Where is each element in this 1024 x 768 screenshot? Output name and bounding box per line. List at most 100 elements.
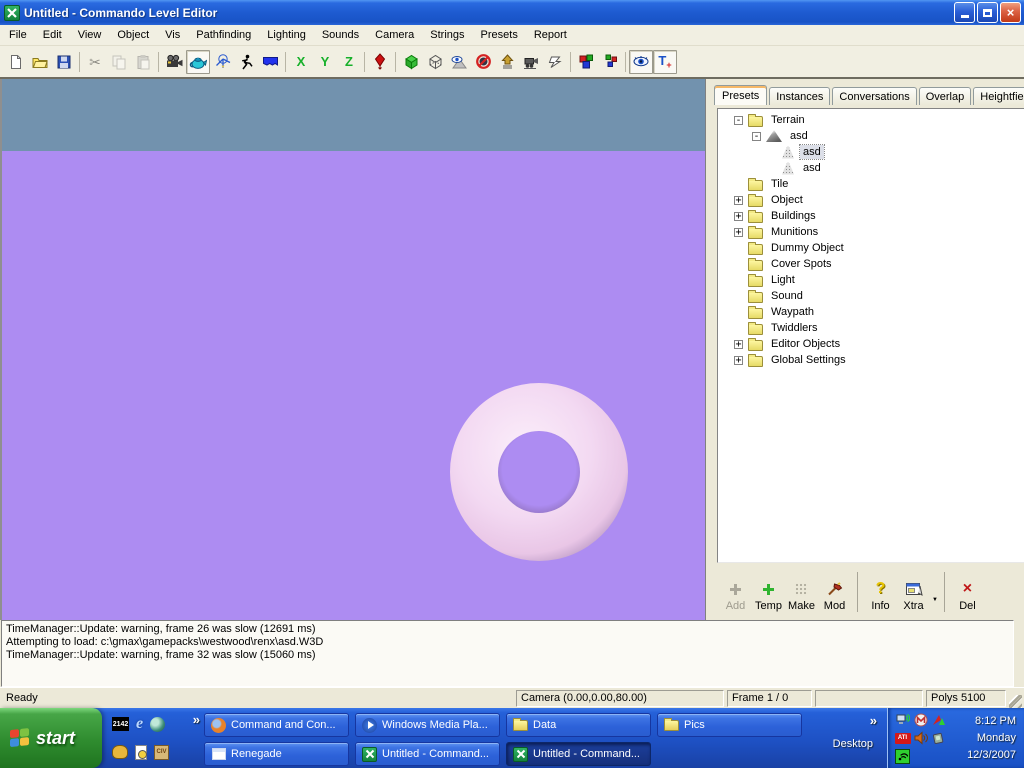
make-button[interactable]: Make (785, 570, 818, 614)
maximize-button[interactable] (977, 2, 998, 23)
task-renegade[interactable]: Renegade (204, 742, 349, 766)
menu-pathfinding[interactable]: Pathfinding (188, 27, 259, 43)
preset-tree[interactable]: - Terrain - asd asd asd (717, 108, 1024, 563)
menu-strings[interactable]: Strings (422, 27, 472, 43)
vis-sectors-button[interactable] (447, 50, 471, 74)
task-windows-media-player[interactable]: Windows Media Pla... (355, 713, 500, 737)
collapse-icon[interactable]: - (734, 116, 743, 125)
menu-view[interactable]: View (70, 27, 110, 43)
expand-icon[interactable]: + (734, 228, 743, 237)
axis-x-button[interactable]: X (289, 50, 313, 74)
internet-explorer-icon[interactable]: e (136, 715, 143, 733)
chevron-icon[interactable]: » (870, 713, 877, 728)
tree-item-editor-objects[interactable]: + Editor Objects (720, 336, 1024, 352)
cat-icon[interactable] (112, 745, 128, 759)
teapot-display-button[interactable] (186, 50, 210, 74)
menu-presets[interactable]: Presets (473, 27, 526, 43)
temp-button[interactable]: Temp (752, 570, 785, 614)
tree-item-asd-instance[interactable]: asd (720, 144, 1024, 160)
task-data-folder[interactable]: Data (506, 713, 651, 737)
close-button[interactable]: × (1000, 2, 1021, 23)
menu-camera[interactable]: Camera (367, 27, 422, 43)
wireless-icon[interactable] (895, 749, 910, 764)
start-button[interactable]: start (0, 708, 102, 768)
desktop-label[interactable]: Desktop (833, 738, 873, 750)
save-button[interactable] (52, 50, 76, 74)
messenger-icon[interactable] (914, 713, 928, 727)
tree-item-dummy-object[interactable]: Dummy Object (720, 240, 1024, 256)
xtra-dropdown-arrow[interactable]: ▼ (932, 597, 938, 603)
vis-window-button[interactable] (543, 50, 567, 74)
ati-pointer-icon[interactable] (932, 713, 946, 727)
tree-item-asd[interactable]: - asd (720, 128, 1024, 144)
delete-button[interactable]: × Del (951, 570, 984, 614)
tab-heightfield[interactable]: Heightfield (973, 87, 1024, 105)
new-file-button[interactable] (4, 50, 28, 74)
open-file-button[interactable] (28, 50, 52, 74)
menu-edit[interactable]: Edit (35, 27, 70, 43)
tree-item-sound[interactable]: Sound (720, 288, 1024, 304)
group-objects-button[interactable] (574, 50, 598, 74)
tree-item-terrain[interactable]: - Terrain (720, 112, 1024, 128)
log-output[interactable]: TimeManager::Update: warning, frame 26 w… (1, 620, 1014, 687)
menu-sounds[interactable]: Sounds (314, 27, 367, 43)
viewport-3d[interactable] (0, 79, 706, 620)
tree-item-global-settings[interactable]: + Global Settings (720, 352, 1024, 368)
wireframe-mode-button[interactable] (423, 50, 447, 74)
expand-icon[interactable]: + (734, 212, 743, 221)
tree-item-buildings[interactable]: + Buildings (720, 208, 1024, 224)
drop-to-ground-button[interactable] (368, 50, 392, 74)
expand-icon[interactable]: + (734, 196, 743, 205)
axis-z-button[interactable]: Z (337, 50, 361, 74)
menu-vis[interactable]: Vis (157, 27, 188, 43)
manual-vis-button[interactable] (495, 50, 519, 74)
paste-button[interactable] (131, 50, 155, 74)
ungroup-objects-button[interactable] (598, 50, 622, 74)
tree-item-asd-instance[interactable]: asd (720, 160, 1024, 176)
sync-device-icon[interactable] (932, 731, 946, 745)
minimize-button[interactable] (954, 2, 975, 23)
tree-item-munitions[interactable]: + Munitions (720, 224, 1024, 240)
bf2142-icon[interactable]: 2142 (112, 717, 129, 731)
task-level-editor-2-active[interactable]: Untitled - Command... (506, 742, 651, 766)
tab-overlap[interactable]: Overlap (919, 87, 972, 105)
tree-item-twiddlers[interactable]: Twiddlers (720, 320, 1024, 336)
tab-conversations[interactable]: Conversations (832, 87, 916, 105)
tree-item-waypath[interactable]: Waypath (720, 304, 1024, 320)
tab-presets[interactable]: Presets (714, 85, 767, 105)
waypoint-flag-button[interactable] (258, 50, 282, 74)
expand-icon[interactable]: + (734, 356, 743, 365)
volume-icon[interactable] (914, 731, 928, 745)
tray-clock[interactable]: 8:12 PM Monday 12/3/2007 (951, 713, 1016, 764)
tree-item-cover-spots[interactable]: Cover Spots (720, 256, 1024, 272)
network-monitor-icon[interactable] (896, 713, 910, 727)
smiley-doc-icon[interactable] (135, 745, 147, 760)
axis-gizmo-button[interactable] (210, 50, 234, 74)
task-command-and-conquer[interactable]: Command and Con... (204, 713, 349, 737)
solid-mode-button[interactable] (399, 50, 423, 74)
toggle-visibility-button[interactable] (629, 50, 653, 74)
camera-dolly-button[interactable] (519, 50, 543, 74)
chevron-icon[interactable]: » (193, 712, 200, 727)
civ-icon[interactable]: CIV (154, 745, 169, 760)
collapse-icon[interactable]: - (752, 132, 761, 141)
toggle-labels-button[interactable]: T+ (653, 50, 677, 74)
menu-object[interactable]: Object (109, 27, 157, 43)
green-orb-icon[interactable] (150, 717, 165, 732)
mod-button[interactable]: Mod (818, 570, 851, 614)
task-level-editor-1[interactable]: Untitled - Command... (355, 742, 500, 766)
menu-report[interactable]: Report (526, 27, 575, 43)
vis-disable-button[interactable] (471, 50, 495, 74)
expand-icon[interactable]: + (734, 340, 743, 349)
tree-item-tile[interactable]: Tile (720, 176, 1024, 192)
xtra-button[interactable]: Xtra (897, 570, 930, 614)
cut-button[interactable]: ✂ (83, 50, 107, 74)
axis-y-button[interactable]: Y (313, 50, 337, 74)
menu-lighting[interactable]: Lighting (259, 27, 314, 43)
tree-item-object[interactable]: + Object (720, 192, 1024, 208)
ati-tray-icon[interactable]: ATI (895, 733, 911, 744)
tree-item-light[interactable]: Light (720, 272, 1024, 288)
copy-button[interactable] (107, 50, 131, 74)
tab-instances[interactable]: Instances (769, 87, 830, 105)
add-button[interactable]: Add (719, 570, 752, 614)
